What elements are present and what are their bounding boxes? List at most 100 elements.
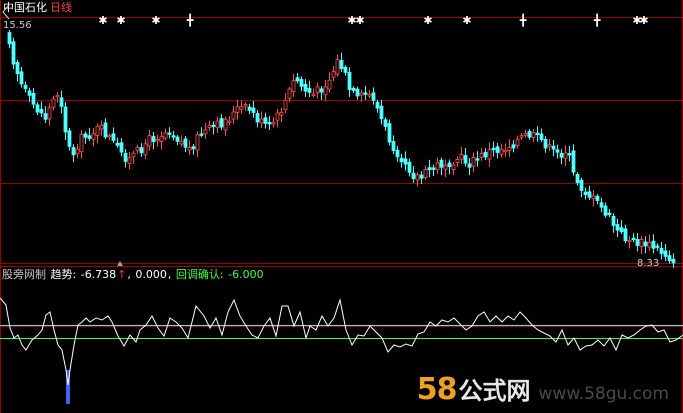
candle-body[interactable] xyxy=(511,144,516,149)
candle-body[interactable] xyxy=(499,148,504,155)
candle-body[interactable] xyxy=(279,112,284,116)
candle-body[interactable] xyxy=(15,62,20,75)
candle-body[interactable] xyxy=(207,124,212,129)
candle-body[interactable] xyxy=(491,147,496,151)
candle-body[interactable] xyxy=(155,138,160,142)
candle-body[interactable] xyxy=(123,152,128,162)
candle-body[interactable] xyxy=(27,90,32,96)
candle-body[interactable] xyxy=(459,154,464,160)
candle-body[interactable] xyxy=(395,149,400,158)
candle-body[interactable] xyxy=(507,146,512,151)
candle-body[interactable] xyxy=(259,118,264,124)
candle-body[interactable] xyxy=(363,92,368,95)
candle-body[interactable] xyxy=(335,59,340,75)
candle-body[interactable] xyxy=(451,164,456,170)
candle-body[interactable] xyxy=(295,77,300,82)
candle-body[interactable] xyxy=(107,134,112,138)
candle-body[interactable] xyxy=(535,132,540,135)
candle-body[interactable] xyxy=(443,164,448,170)
candle-body[interactable] xyxy=(303,83,308,92)
candle-body[interactable] xyxy=(11,41,16,65)
candle-body[interactable] xyxy=(423,169,428,179)
candle-body[interactable] xyxy=(239,106,244,110)
period-label[interactable]: 日线 xyxy=(50,1,72,14)
candle-body[interactable] xyxy=(51,98,56,108)
candle-body[interactable] xyxy=(87,135,92,139)
candle-body[interactable] xyxy=(519,135,524,138)
candle-body[interactable] xyxy=(179,140,184,145)
candle-body[interactable] xyxy=(111,133,116,141)
candle-body[interactable] xyxy=(59,97,64,107)
candle-body[interactable] xyxy=(647,241,652,248)
candle-body[interactable] xyxy=(539,133,544,140)
candle-body[interactable] xyxy=(23,84,28,89)
candle-body[interactable] xyxy=(95,125,100,136)
candle-body[interactable] xyxy=(79,133,84,153)
candle-body[interactable] xyxy=(583,191,588,195)
candle-body[interactable] xyxy=(119,142,124,153)
candle-body[interactable] xyxy=(527,130,532,138)
candle-body[interactable] xyxy=(375,101,380,109)
candle-body[interactable] xyxy=(575,173,580,184)
candle-body[interactable] xyxy=(523,133,528,136)
candle-body[interactable] xyxy=(415,174,420,181)
candle-body[interactable] xyxy=(319,88,324,93)
candle-body[interactable] xyxy=(327,79,332,90)
candle-body[interactable] xyxy=(199,133,204,136)
candle-body[interactable] xyxy=(431,167,436,170)
candle-body[interactable] xyxy=(339,60,344,70)
candle-body[interactable] xyxy=(371,92,376,101)
candle-body[interactable] xyxy=(151,136,156,142)
candle-body[interactable] xyxy=(187,147,192,151)
candle-body[interactable] xyxy=(659,247,664,254)
indicator-name[interactable]: 股旁网制 xyxy=(2,268,46,281)
candle-body[interactable] xyxy=(439,159,444,168)
candle-body[interactable] xyxy=(559,152,564,158)
stock-chart-window[interactable]: ✱ ✱ ✱ ✱ ✱ ✱ ✱ ✱ ✱ ╋ ╋ ╋ 中国石化 日线 15.56 8.33 股旁网制 趋势: … xyxy=(0,0,683,413)
candle-body[interactable] xyxy=(603,205,608,216)
candle-body[interactable] xyxy=(515,139,520,147)
candle-body[interactable] xyxy=(475,158,480,161)
candle-body[interactable] xyxy=(615,224,620,231)
candle-body[interactable] xyxy=(139,147,144,154)
candle-body[interactable] xyxy=(135,146,140,151)
candle-body[interactable] xyxy=(299,79,304,87)
candle-body[interactable] xyxy=(175,136,180,142)
candle-body[interactable] xyxy=(463,155,468,164)
candle-body[interactable] xyxy=(215,120,220,129)
candle-body[interactable] xyxy=(291,80,296,92)
candle-body[interactable] xyxy=(419,174,424,179)
candle-body[interactable] xyxy=(607,212,612,216)
candle-body[interactable] xyxy=(399,157,404,163)
candle-body[interactable] xyxy=(571,150,576,173)
candle-body[interactable] xyxy=(247,106,252,111)
candle-body[interactable] xyxy=(227,120,232,123)
candle-body[interactable] xyxy=(287,88,292,99)
candle-body[interactable] xyxy=(7,32,12,45)
candle-body[interactable] xyxy=(487,149,492,160)
candle-body[interactable] xyxy=(579,179,584,191)
candle-body[interactable] xyxy=(219,118,224,128)
candle-body[interactable] xyxy=(411,172,416,179)
candle-body[interactable] xyxy=(263,117,268,124)
candle-body[interactable] xyxy=(307,88,312,93)
candle-body[interactable] xyxy=(567,153,572,156)
candle-body[interactable] xyxy=(611,215,616,226)
candle-body[interactable] xyxy=(211,124,216,128)
candle-body[interactable] xyxy=(671,258,676,264)
candle-body[interactable] xyxy=(455,159,460,163)
candle-body[interactable] xyxy=(427,167,432,171)
candle-body[interactable] xyxy=(347,71,352,90)
candle-body[interactable] xyxy=(183,138,188,148)
candle-body[interactable] xyxy=(555,149,560,153)
candle-body[interactable] xyxy=(663,250,668,257)
candle-body[interactable] xyxy=(651,240,656,249)
candle-body[interactable] xyxy=(619,227,624,233)
candle-body[interactable] xyxy=(479,153,484,158)
candle-body[interactable] xyxy=(639,239,644,248)
candle-body[interactable] xyxy=(195,134,200,151)
candle-body[interactable] xyxy=(643,241,648,247)
candle-body[interactable] xyxy=(19,71,24,85)
candle-body[interactable] xyxy=(71,147,76,156)
candle-body[interactable] xyxy=(99,124,104,130)
